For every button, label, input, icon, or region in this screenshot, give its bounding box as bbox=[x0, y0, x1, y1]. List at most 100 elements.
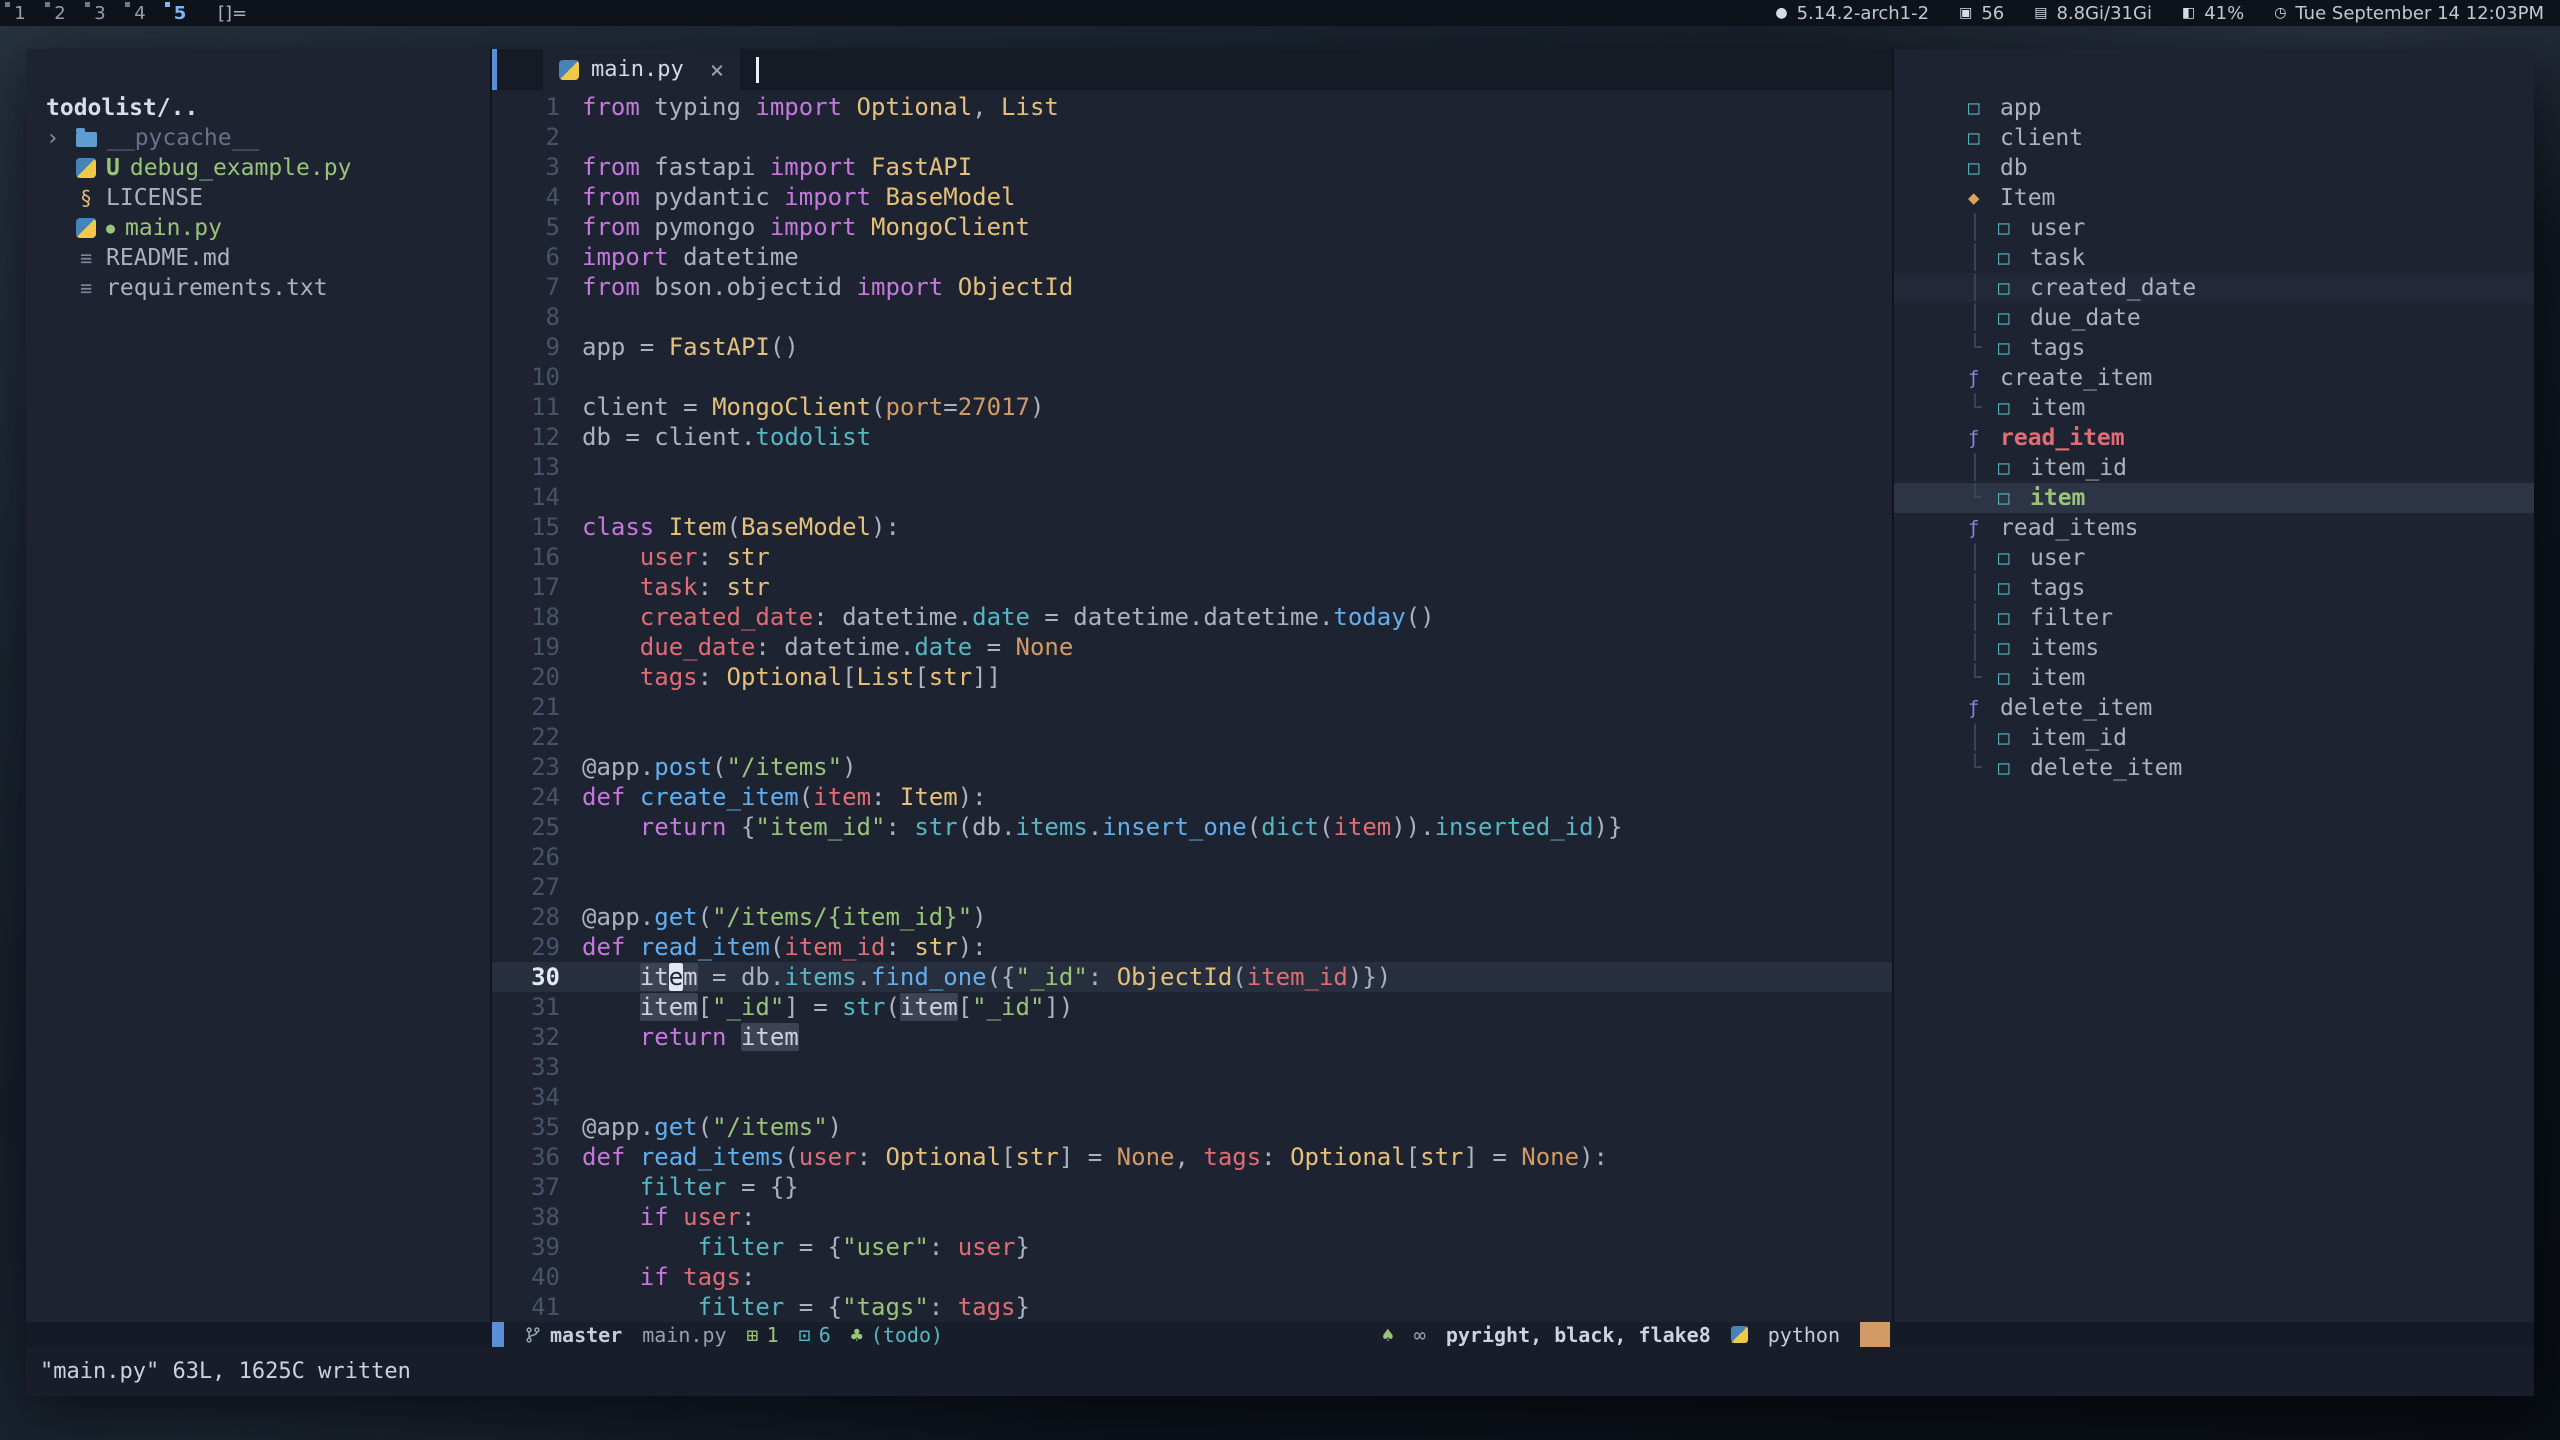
outline-item-item[interactable]: └□item bbox=[1894, 663, 2534, 693]
outline-item-read_items[interactable]: ƒread_items bbox=[1894, 513, 2534, 543]
code-line-13[interactable]: 13 bbox=[492, 452, 1892, 482]
token: ]) bbox=[1044, 993, 1073, 1021]
code-line-39[interactable]: 39 filter = {"user": user} bbox=[492, 1232, 1892, 1262]
code-line-37[interactable]: 37 filter = {} bbox=[492, 1172, 1892, 1202]
outline-item-tags[interactable]: └□tags bbox=[1894, 333, 2534, 363]
code-line-15[interactable]: 15class Item(BaseModel): bbox=[492, 512, 1892, 542]
outline-item-Item[interactable]: ◆Item bbox=[1894, 183, 2534, 213]
line-number: 10 bbox=[492, 362, 582, 392]
code-line-33[interactable]: 33 bbox=[492, 1052, 1892, 1082]
kernel-icon: ● bbox=[1775, 5, 1787, 21]
code-line-7[interactable]: 7from bson.objectid import ObjectId bbox=[492, 272, 1892, 302]
close-icon[interactable]: × bbox=[710, 56, 724, 84]
outline-item-app[interactable]: □app bbox=[1894, 93, 2534, 123]
code-line-21[interactable]: 21 bbox=[492, 692, 1892, 722]
workspace-1[interactable]: 1 bbox=[0, 0, 40, 26]
outline-item-user[interactable]: │□user bbox=[1894, 213, 2534, 243]
code-line-14[interactable]: 14 bbox=[492, 482, 1892, 512]
token: , bbox=[972, 93, 1001, 121]
outline-item-delete_item[interactable]: ƒdelete_item bbox=[1894, 693, 2534, 723]
outline-item-item_id[interactable]: │□item_id bbox=[1894, 453, 2534, 483]
token: } bbox=[1016, 1233, 1030, 1261]
token: ) bbox=[972, 903, 986, 931]
token bbox=[582, 1263, 640, 1291]
outline-item-read_item[interactable]: ƒread_item bbox=[1894, 423, 2534, 453]
code-line-35[interactable]: 35@app.get("/items") bbox=[492, 1112, 1892, 1142]
code-line-31[interactable]: 31 item["_id"] = str(item["_id"]) bbox=[492, 992, 1892, 1022]
code-line-20[interactable]: 20 tags: Optional[List[str]] bbox=[492, 662, 1892, 692]
code-line-40[interactable]: 40 if tags: bbox=[492, 1262, 1892, 1292]
code-line-28[interactable]: 28@app.get("/items/{item_id}") bbox=[492, 902, 1892, 932]
outline-item-task[interactable]: │□task bbox=[1894, 243, 2534, 273]
code-line-38[interactable]: 38 if user: bbox=[492, 1202, 1892, 1232]
filetree-item-requirements.txt[interactable]: ≡requirements.txt bbox=[26, 273, 490, 303]
code-line-26[interactable]: 26 bbox=[492, 842, 1892, 872]
code-line-1[interactable]: 1from typing import Optional, List bbox=[492, 92, 1892, 122]
tabline: main.py × bbox=[492, 49, 1892, 90]
code-line-2[interactable]: 2 bbox=[492, 122, 1892, 152]
code-line-24[interactable]: 24def create_item(item: Item): bbox=[492, 782, 1892, 812]
symbol-label: tags bbox=[2030, 575, 2085, 601]
code-line-12[interactable]: 12db = client.todolist bbox=[492, 422, 1892, 452]
filetree-item-README.md[interactable]: ≡README.md bbox=[26, 243, 490, 273]
outline-item-created_date[interactable]: │□created_date bbox=[1894, 273, 2534, 303]
code-line-22[interactable]: 22 bbox=[492, 722, 1892, 752]
token: read_items bbox=[640, 1143, 785, 1171]
token: datetime bbox=[1203, 603, 1319, 631]
code-line-5[interactable]: 5from pymongo import MongoClient bbox=[492, 212, 1892, 242]
outline-item-tags[interactable]: │□tags bbox=[1894, 573, 2534, 603]
token: import bbox=[582, 243, 669, 271]
workspace-5[interactable]: 5 bbox=[160, 0, 200, 26]
code-text: from typing import Optional, List bbox=[582, 92, 1059, 122]
code-line-29[interactable]: 29def read_item(item_id: str): bbox=[492, 932, 1892, 962]
filetree-root[interactable]: todolist/.. bbox=[26, 93, 490, 123]
code-line-25[interactable]: 25 return {"item_id": str(db.items.inser… bbox=[492, 812, 1892, 842]
outline-item-user[interactable]: │□user bbox=[1894, 543, 2534, 573]
code-line-23[interactable]: 23@app.post("/items") bbox=[492, 752, 1892, 782]
code-line-32[interactable]: 32 return item bbox=[492, 1022, 1892, 1052]
outline-item-filter[interactable]: │□filter bbox=[1894, 603, 2534, 633]
token: inserted_id bbox=[1435, 813, 1594, 841]
code-line-3[interactable]: 3from fastapi import FastAPI bbox=[492, 152, 1892, 182]
token: import bbox=[770, 153, 857, 181]
tab-main-py[interactable]: main.py × bbox=[543, 49, 740, 90]
filetree-item-__pycache__[interactable]: ›__pycache__ bbox=[26, 123, 490, 153]
token: app bbox=[582, 333, 625, 361]
filetree-item-LICENSE[interactable]: §LICENSE bbox=[26, 183, 490, 213]
code-line-16[interactable]: 16 user: str bbox=[492, 542, 1892, 572]
code-line-8[interactable]: 8 bbox=[492, 302, 1892, 332]
code-line-6[interactable]: 6import datetime bbox=[492, 242, 1892, 272]
outline-item-client[interactable]: □client bbox=[1894, 123, 2534, 153]
outline-item-due_date[interactable]: │□due_date bbox=[1894, 303, 2534, 333]
outline-item-items[interactable]: │□items bbox=[1894, 633, 2534, 663]
code-line-10[interactable]: 10 bbox=[492, 362, 1892, 392]
workspace-3[interactable]: 3 bbox=[80, 0, 120, 26]
code-line-18[interactable]: 18 created_date: datetime.date = datetim… bbox=[492, 602, 1892, 632]
code-line-4[interactable]: 4from pydantic import BaseModel bbox=[492, 182, 1892, 212]
outline-item-db[interactable]: □db bbox=[1894, 153, 2534, 183]
token: insert_one bbox=[1102, 813, 1247, 841]
outline-item-item[interactable]: └□item bbox=[1894, 483, 2534, 513]
code-line-11[interactable]: 11client = MongoClient(port=27017) bbox=[492, 392, 1892, 422]
filetree-item-debug_example.py[interactable]: Udebug_example.py bbox=[26, 153, 490, 183]
memory-text: 8.8Gi/31Gi bbox=[2056, 3, 2152, 24]
token: def bbox=[582, 933, 625, 961]
outline-item-create_item[interactable]: ƒcreate_item bbox=[1894, 363, 2534, 393]
workspace-4[interactable]: 4 bbox=[120, 0, 160, 26]
variable-icon: □ bbox=[1998, 727, 2030, 749]
outline-item-delete_item[interactable]: └□delete_item bbox=[1894, 753, 2534, 783]
text-file-icon: ≡ bbox=[76, 276, 96, 300]
code-line-17[interactable]: 17 task: str bbox=[492, 572, 1892, 602]
code-line-34[interactable]: 34 bbox=[492, 1082, 1892, 1112]
outline-item-item[interactable]: └□item bbox=[1894, 393, 2534, 423]
code-line-27[interactable]: 27 bbox=[492, 872, 1892, 902]
code-line-41[interactable]: 41 filter = {"tags": tags} bbox=[492, 1292, 1892, 1322]
code-line-9[interactable]: 9app = FastAPI() bbox=[492, 332, 1892, 362]
code-line-36[interactable]: 36def read_items(user: Optional[str] = N… bbox=[492, 1142, 1892, 1172]
filetree-item-main.py[interactable]: ●main.py bbox=[26, 213, 490, 243]
code-line-19[interactable]: 19 due_date: datetime.date = None bbox=[492, 632, 1892, 662]
layout-indicator[interactable]: []= bbox=[218, 3, 247, 24]
code-line-30[interactable]: 30 item = db.items.find_one({"_id": Obje… bbox=[492, 962, 1892, 992]
workspace-2[interactable]: 2 bbox=[40, 0, 80, 26]
outline-item-item_id[interactable]: │□item_id bbox=[1894, 723, 2534, 753]
